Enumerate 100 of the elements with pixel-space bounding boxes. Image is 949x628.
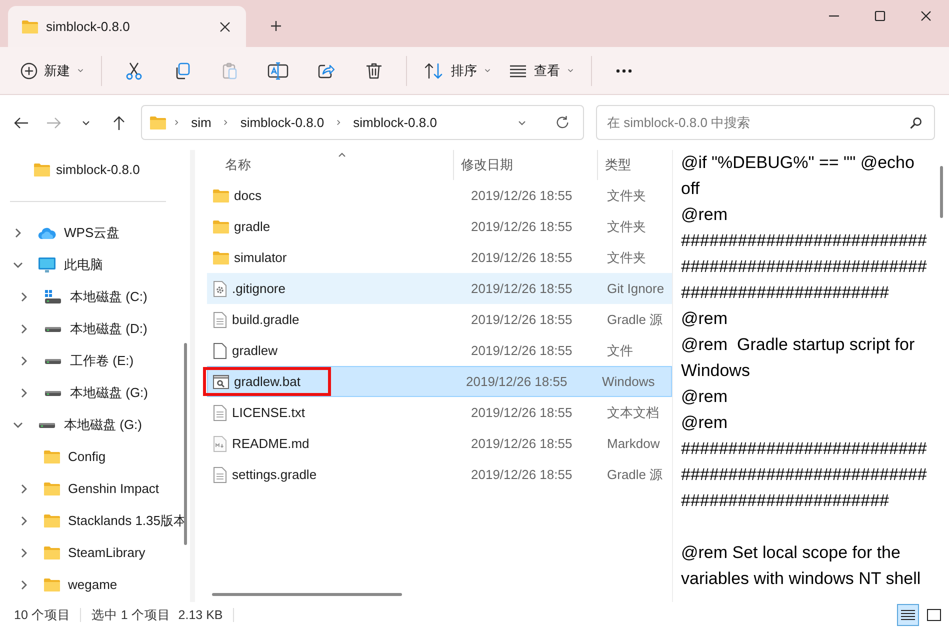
file-type: 文件夹 xyxy=(606,186,646,205)
sidebar-item[interactable]: wegame xyxy=(0,569,190,601)
details-view-button[interactable] xyxy=(897,604,919,626)
file-row[interactable]: README.md 2019/12/26 18:55 Markdow xyxy=(207,428,672,459)
sidebar-item[interactable]: 本地磁盘 (D:) xyxy=(0,313,190,345)
window-tab[interactable]: simblock-0.8.0 xyxy=(8,6,246,47)
monitor-icon xyxy=(38,257,56,273)
folder-icon xyxy=(213,220,229,234)
breadcrumb-item[interactable]: sim xyxy=(187,112,216,132)
sidebar-item[interactable]: 本地磁盘 (G:) xyxy=(0,377,190,409)
file-row[interactable]: .gitignore 2019/12/26 18:55 Git Ignore xyxy=(207,273,672,304)
file-name: .gitignore xyxy=(232,280,286,298)
close-icon xyxy=(920,10,932,22)
folder-icon xyxy=(44,578,60,592)
markdown-file-icon xyxy=(213,436,227,452)
arrow-left-icon xyxy=(12,114,29,130)
new-button[interactable]: 新建 xyxy=(12,52,93,88)
square-icon xyxy=(927,609,941,621)
code-line: @rem Set local scope for the variables with windows NT shell xyxy=(681,542,922,590)
view-button[interactable]: 查看 xyxy=(500,52,583,88)
sidebar-item[interactable]: simblock-0.8.0 xyxy=(0,154,190,186)
selection-size: 2.13 KB xyxy=(178,606,223,624)
file-name: gradlew xyxy=(232,342,278,360)
close-icon xyxy=(219,20,231,32)
file-row[interactable]: docs 2019/12/26 18:55 文件夹 xyxy=(207,180,672,211)
code-line: ########################################################################## xyxy=(681,438,928,512)
code-line: @rem xyxy=(681,308,729,330)
column-header[interactable]: 修改日期 xyxy=(454,150,598,180)
trash-icon xyxy=(364,60,384,80)
scrollbar-thumb[interactable] xyxy=(212,593,402,596)
file-date: 2019/12/26 18:55 xyxy=(470,434,574,453)
selection-info: 选中 1 个项目 xyxy=(91,606,170,624)
folder-icon xyxy=(150,116,166,130)
file-name: docs xyxy=(234,186,262,205)
file-date: 2019/12/26 18:55 xyxy=(470,280,574,298)
code-line: @if "%DEBUG%" == "" @echo off xyxy=(681,152,916,200)
file-type: Gradle 源 xyxy=(606,466,663,484)
folder-icon xyxy=(34,163,50,177)
sidebar-item[interactable]: WPS云盘 xyxy=(0,217,190,249)
sidebar-item[interactable]: 本地磁盘 (C:) xyxy=(0,281,190,313)
file-name: build.gradle xyxy=(232,310,300,329)
file-name: gradle xyxy=(234,218,270,236)
file-row[interactable]: simulator 2019/12/26 18:55 文件夹 xyxy=(207,242,672,273)
breadcrumb-item[interactable]: simblock-0.8.0 xyxy=(236,112,328,132)
sidebar-item[interactable]: 此电脑 xyxy=(0,249,190,281)
rename-icon xyxy=(267,60,289,80)
sidebar-item[interactable]: SteamLibrary xyxy=(0,537,190,569)
code-line: ########################################################################## xyxy=(681,230,928,304)
gear-file-icon xyxy=(213,280,227,296)
file-type: Gradle 源 xyxy=(606,310,663,329)
file-row[interactable]: settings.gradle 2019/12/26 18:55 Gradle 源 xyxy=(207,459,672,490)
column-header[interactable]: 名称 xyxy=(195,150,454,180)
column-header[interactable]: 类型 xyxy=(598,155,631,175)
file-type: Git Ignore xyxy=(606,280,664,298)
file-type: Markdow xyxy=(606,434,660,453)
text-file-icon xyxy=(213,312,227,328)
scrollbar-thumb[interactable] xyxy=(184,343,187,545)
file-icon xyxy=(213,342,227,358)
file-row[interactable]: LICENSE.txt 2019/12/26 18:55 文本文档 xyxy=(207,397,672,428)
sidebar-item[interactable]: Config xyxy=(0,441,190,473)
sort-button[interactable]: 排序 xyxy=(415,52,500,88)
file-date: 2019/12/26 18:55 xyxy=(470,466,574,484)
code-line: @rem xyxy=(681,386,729,408)
drive-icon xyxy=(44,289,62,305)
file-row[interactable]: gradlew 2019/12/26 18:55 文件 xyxy=(207,335,672,366)
search-field[interactable]: 在 simblock-0.8.0 中搜索 xyxy=(596,105,935,140)
folder-icon xyxy=(44,450,60,464)
file-type: 文件 xyxy=(606,342,633,360)
text-file-icon xyxy=(213,466,227,482)
file-row[interactable]: build.gradle 2019/12/26 18:55 Gradle 源 xyxy=(207,304,672,335)
folder-icon xyxy=(22,20,38,34)
file-type: 文件夹 xyxy=(606,218,646,236)
scissors-icon xyxy=(124,60,144,80)
file-type: 文件夹 xyxy=(606,248,646,267)
folder-icon xyxy=(213,188,229,202)
file-date: 2019/12/26 18:55 xyxy=(470,342,574,360)
file-type: 文本文档 xyxy=(606,404,659,422)
item-count: 10 个项目 xyxy=(14,606,70,624)
breadcrumb-item[interactable]: simblock-0.8.0 xyxy=(349,112,441,132)
sidebar-item[interactable]: 工作卷 (E:) xyxy=(0,345,190,377)
maximize-icon xyxy=(874,10,886,22)
plus-circle-icon xyxy=(20,62,38,80)
list-icon xyxy=(901,609,915,621)
search-icon xyxy=(909,116,923,130)
scrollbar-thumb[interactable] xyxy=(940,166,943,218)
file-type: Windows xyxy=(601,372,655,391)
file-name: settings.gradle xyxy=(232,466,317,484)
file-row[interactable]: gradle 2019/12/26 18:55 文件夹 xyxy=(207,211,672,242)
folder-icon xyxy=(44,482,60,496)
code-line: @rem xyxy=(681,412,729,434)
address-bar[interactable]: sim simblock-0.8.0 simblock-0.8.0 xyxy=(141,105,584,140)
plus-icon xyxy=(270,20,282,32)
sidebar-item[interactable]: 本地磁盘 (G:) xyxy=(0,409,190,441)
sidebar-item[interactable]: Genshin Impact xyxy=(0,473,190,505)
file-date: 2019/12/26 18:55 xyxy=(470,186,574,205)
text-file-icon xyxy=(213,404,227,420)
file-name: simulator xyxy=(234,248,287,267)
arrow-right-icon xyxy=(46,114,62,130)
file-name: README.md xyxy=(232,434,310,453)
refresh-icon xyxy=(554,115,570,130)
